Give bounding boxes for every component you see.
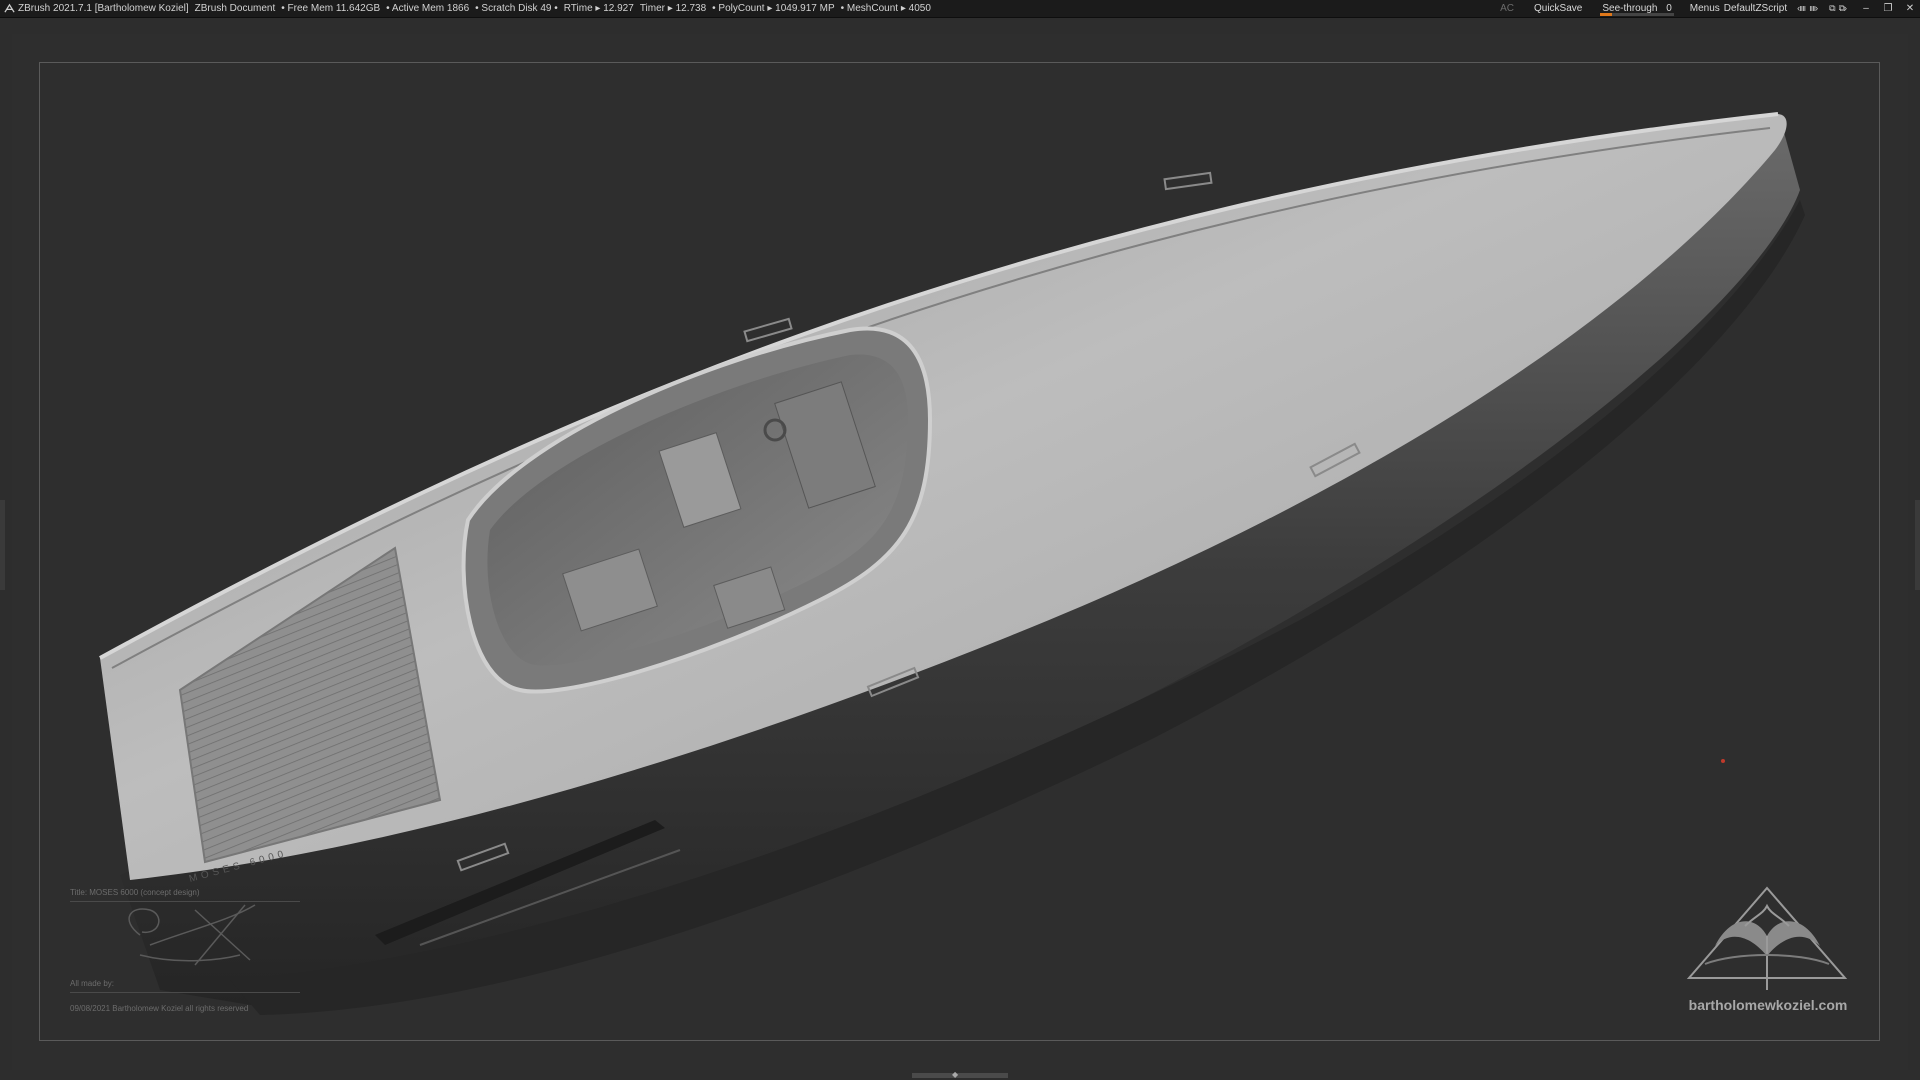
chevron-up-icon[interactable]: ◆	[952, 1070, 958, 1079]
brand-logo	[1686, 886, 1848, 990]
title-block-title: Title: MOSES 6000 (concept design)	[70, 888, 200, 897]
canvas-frame	[39, 62, 1880, 1041]
title-block-rule-2	[70, 992, 300, 993]
title-block-copyright: 09/08/2021 Bartholomew Koziel all rights…	[70, 1004, 249, 1013]
bottom-tray-handle[interactable]	[912, 1073, 1008, 1078]
title-block-made-by: All made by:	[70, 979, 115, 988]
title-block-rule-1	[70, 901, 300, 902]
brand-url: bartholomewkoziel.com	[1688, 997, 1848, 1013]
